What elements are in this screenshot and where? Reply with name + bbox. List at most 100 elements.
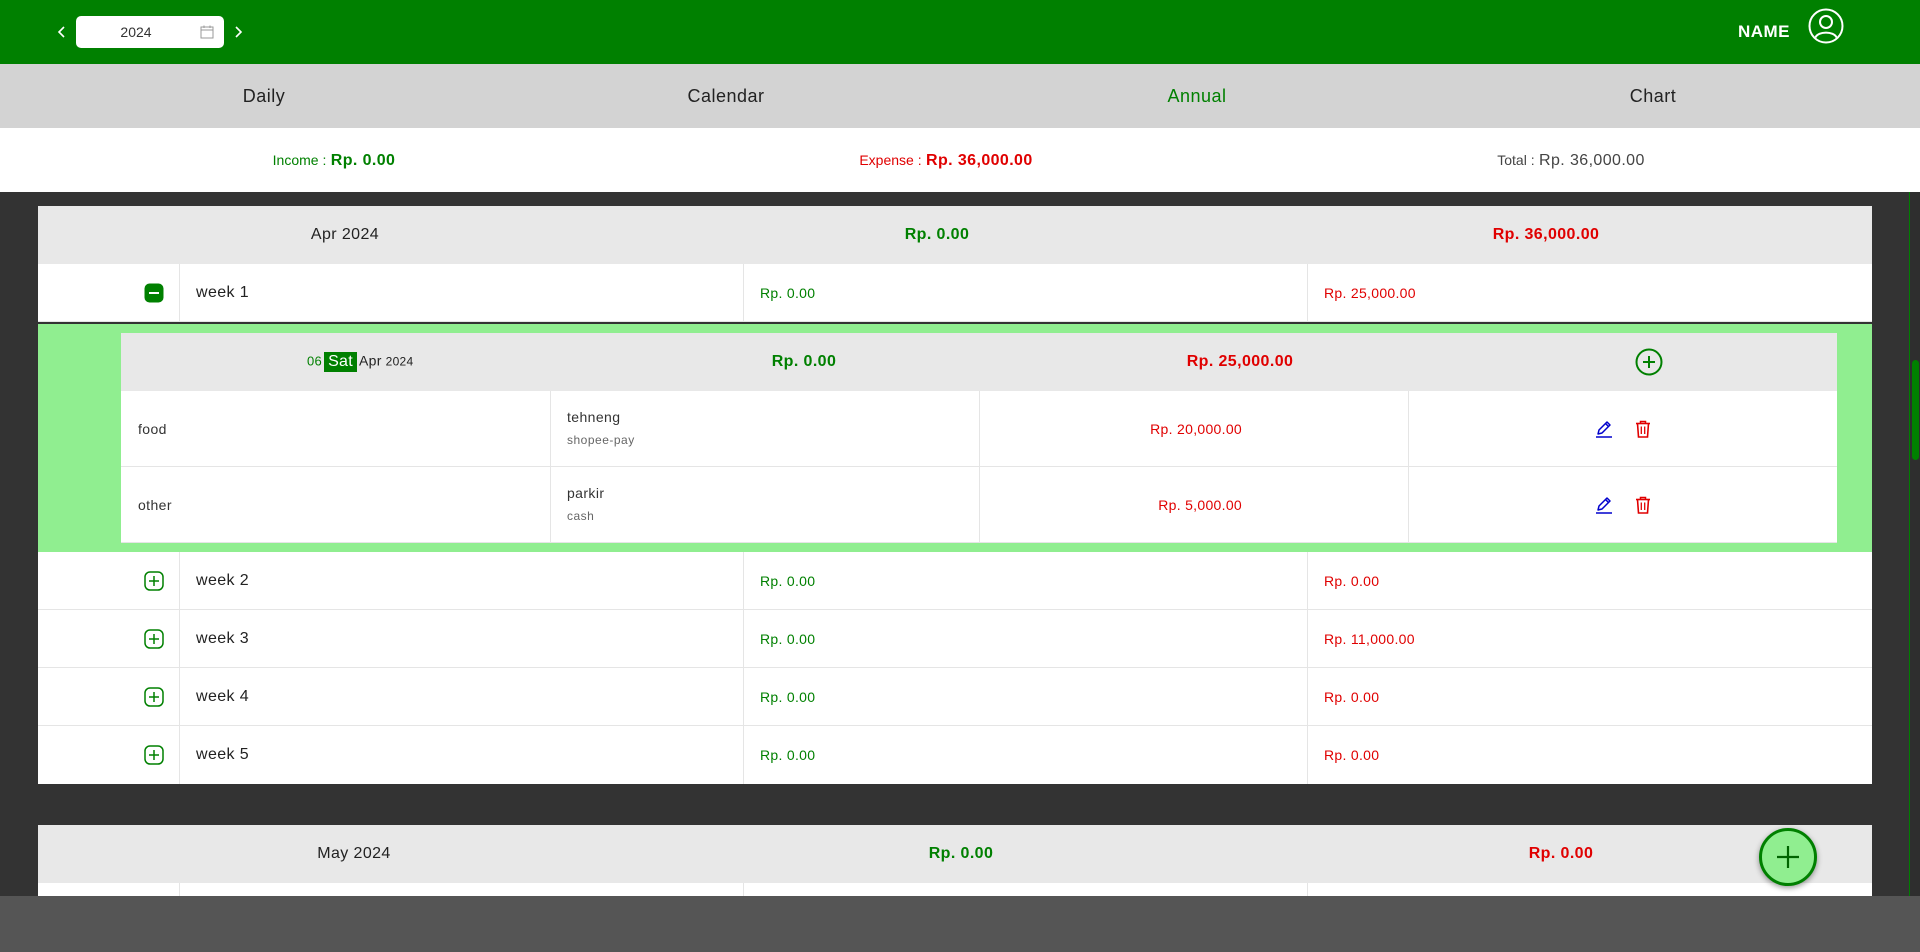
week-income: Rp. 0.00 — [760, 631, 816, 647]
delete-button[interactable] — [1633, 495, 1653, 520]
week-income: Rp. 0.00 — [760, 285, 816, 301]
month-header-apr[interactable]: Apr 2024 Rp. 0.00 Rp. 36,000.00 — [38, 206, 1872, 264]
total-value: Rp. 36,000.00 — [1539, 152, 1645, 169]
expand-week-button[interactable] — [144, 571, 164, 596]
total-summary: Total : Rp. 36,000.00 — [1497, 128, 1645, 192]
week-expense: Rp. 0.00 — [1324, 747, 1380, 763]
week-income: Rp. 0.00 — [760, 689, 816, 705]
plus-square-icon — [144, 687, 164, 707]
month-label: Apr 2024 — [310, 226, 380, 243]
income-summary: Income : Rp. 0.00 — [273, 128, 396, 192]
divider — [179, 668, 180, 726]
prev-year-button[interactable] — [50, 20, 74, 44]
next-year-button[interactable] — [226, 20, 250, 44]
divider — [743, 264, 744, 322]
floating-add-button[interactable] — [1759, 828, 1817, 886]
divider — [743, 668, 744, 726]
divider — [1307, 883, 1308, 896]
vertical-scrollbar[interactable] — [1909, 192, 1920, 896]
week-row-4: week 4 Rp. 0.00 Rp. 0.00 — [38, 668, 1872, 726]
scrollbar-thumb[interactable] — [1912, 360, 1919, 460]
bottom-bar — [0, 896, 1920, 952]
week-row-3: week 3 Rp. 0.00 Rp. 11,000.00 — [38, 610, 1872, 668]
week-label: week 5 — [196, 746, 250, 763]
divider — [1307, 264, 1308, 322]
year-input[interactable] — [76, 16, 196, 48]
transaction-category: food — [138, 421, 167, 437]
summary-bar: Income : Rp. 0.00 Expense : Rp. 36,000.0… — [0, 128, 1920, 192]
divider — [979, 391, 980, 467]
divider — [179, 883, 180, 896]
day-income: Rp. 0.00 — [771, 353, 837, 370]
divider — [550, 467, 551, 543]
user-icon[interactable] — [1808, 8, 1844, 49]
week-label: week 2 — [196, 572, 250, 589]
divider — [1307, 552, 1308, 610]
add-transaction-button[interactable] — [1635, 348, 1663, 381]
week-row-5: week 5 Rp. 0.00 Rp. 0.00 — [38, 726, 1872, 784]
tab-chart[interactable]: Chart — [1630, 64, 1677, 128]
edit-button[interactable] — [1594, 419, 1614, 444]
day-header: 06 Sat Apr 2024 Rp. 0.00 Rp. 25,000.00 — [121, 333, 1837, 391]
expand-week-button[interactable] — [144, 745, 164, 770]
plus-square-icon — [144, 629, 164, 649]
divider — [1408, 467, 1409, 543]
expense-summary: Expense : Rp. 36,000.00 — [859, 128, 1032, 192]
month-expense: Rp. 0.00 — [1528, 845, 1594, 862]
plus-circle-icon — [1635, 348, 1663, 376]
day-year: 2024 — [385, 354, 414, 369]
transaction-amount: Rp. 20,000.00 — [1150, 421, 1242, 437]
plus-icon — [1777, 846, 1799, 868]
calendar-icon[interactable] — [200, 25, 214, 44]
week-expense: Rp. 25,000.00 — [1324, 285, 1416, 301]
tab-daily[interactable]: Daily — [243, 64, 286, 128]
divider — [743, 726, 744, 784]
user-name: NAME — [1737, 22, 1790, 41]
minus-square-icon — [144, 283, 164, 303]
weekday-badge: Sat — [324, 352, 357, 372]
expand-week-button[interactable] — [144, 629, 164, 654]
divider — [179, 610, 180, 668]
month-income: Rp. 0.00 — [928, 845, 994, 862]
month-expense: Rp. 36,000.00 — [1492, 226, 1600, 243]
divider — [179, 552, 180, 610]
plus-square-icon — [144, 745, 164, 765]
month-income: Rp. 0.00 — [904, 226, 970, 243]
income-label: Income : — [272, 152, 327, 168]
week-label: week 4 — [196, 688, 250, 705]
edit-button[interactable] — [1594, 495, 1614, 520]
collapse-week-button[interactable] — [144, 283, 164, 308]
divider — [743, 610, 744, 668]
divider — [1307, 610, 1308, 668]
tab-bar: Daily Calendar Annual Chart — [0, 64, 1920, 128]
divider — [743, 552, 744, 610]
month-header-may[interactable]: May 2024 Rp. 0.00 Rp. 0.00 — [38, 825, 1872, 883]
week-income: Rp. 0.00 — [760, 573, 816, 589]
transaction-account: cash — [567, 509, 595, 523]
tab-annual[interactable]: Annual — [1167, 64, 1226, 128]
day-month: Apr — [358, 352, 382, 369]
income-value: Rp. 0.00 — [330, 152, 396, 169]
divider — [979, 467, 980, 543]
day-number: 06 — [307, 353, 323, 369]
tab-calendar[interactable]: Calendar — [687, 64, 764, 128]
week-row-partial — [38, 883, 1872, 896]
week-label: week 3 — [196, 630, 250, 647]
transaction-category: other — [138, 497, 172, 513]
transaction-note: tehneng — [567, 409, 621, 425]
transaction-row[interactable]: food tehneng shopee-pay Rp. 20,000.00 — [121, 391, 1837, 467]
year-picker[interactable] — [76, 16, 224, 48]
top-bar: NAME — [0, 0, 1920, 64]
expense-value: Rp. 36,000.00 — [926, 152, 1033, 169]
total-label: Total : — [1497, 152, 1535, 168]
delete-button[interactable] — [1633, 419, 1653, 444]
divider — [179, 726, 180, 784]
expand-week-button[interactable] — [144, 687, 164, 712]
transaction-row[interactable]: other parkir cash Rp. 5,000.00 — [121, 467, 1837, 543]
transaction-account: shopee-pay — [567, 433, 635, 447]
divider — [550, 391, 551, 467]
week-1-details: 06 Sat Apr 2024 Rp. 0.00 Rp. 25,000.00 foo… — [38, 324, 1872, 552]
pencil-icon — [1596, 497, 1612, 514]
month-label: May 2024 — [317, 845, 391, 862]
week-label: week 1 — [196, 284, 250, 301]
